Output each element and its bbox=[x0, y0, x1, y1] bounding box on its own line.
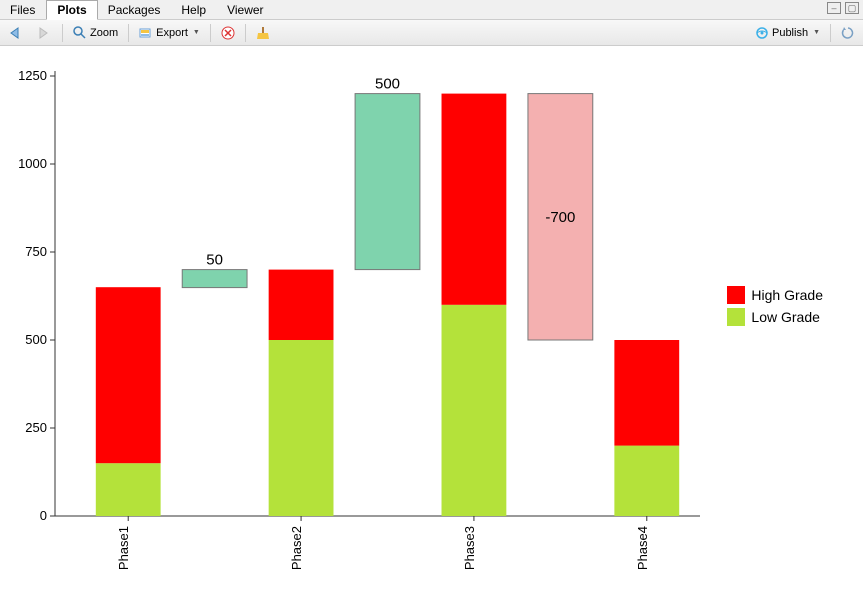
broom-icon bbox=[256, 26, 270, 40]
svg-text:-700: -700 bbox=[545, 209, 575, 226]
legend-label-high: High Grade bbox=[751, 287, 823, 303]
svg-text:750: 750 bbox=[25, 244, 47, 259]
chevron-down-icon: ▼ bbox=[193, 29, 200, 36]
zoom-button[interactable]: Zoom bbox=[69, 24, 122, 42]
svg-text:Phase1: Phase1 bbox=[116, 526, 131, 570]
legend-label-low: Low Grade bbox=[751, 309, 819, 325]
export-icon bbox=[139, 26, 153, 40]
toolbar-separator bbox=[128, 24, 129, 42]
svg-text:Phase3: Phase3 bbox=[462, 526, 477, 570]
refresh-icon bbox=[841, 26, 855, 40]
refresh-button[interactable] bbox=[837, 24, 859, 42]
next-plot-button[interactable] bbox=[32, 24, 56, 42]
export-button[interactable]: Export ▼ bbox=[135, 24, 204, 42]
tab-plots[interactable]: Plots bbox=[46, 0, 97, 20]
plot-area: 0 250 500 750 1000 1250 Phase1 Phase2 Phase3 Phas… bbox=[0, 46, 863, 589]
toolbar-separator bbox=[62, 24, 63, 42]
legend-swatch-high bbox=[727, 286, 745, 304]
remove-icon bbox=[221, 26, 235, 40]
svg-text:1000: 1000 bbox=[18, 156, 47, 171]
publish-label: Publish bbox=[772, 27, 808, 39]
arrow-left-icon bbox=[8, 26, 24, 40]
tabbar: Files Plots Packages Help Viewer – ▢ bbox=[0, 0, 863, 20]
minimize-pane-icon[interactable]: – bbox=[827, 2, 841, 14]
toolbar-separator bbox=[210, 24, 211, 42]
svg-text:Phase4: Phase4 bbox=[635, 526, 650, 570]
svg-text:500: 500 bbox=[375, 76, 400, 93]
remove-plot-button[interactable] bbox=[217, 24, 239, 42]
legend-swatch-low bbox=[727, 308, 745, 326]
publish-icon bbox=[755, 26, 769, 40]
publish-button[interactable]: Publish ▼ bbox=[751, 24, 824, 42]
arrow-right-icon bbox=[36, 26, 52, 40]
zoom-label: Zoom bbox=[90, 27, 118, 39]
clear-all-button[interactable] bbox=[252, 24, 274, 42]
tab-packages[interactable]: Packages bbox=[98, 1, 172, 19]
maximize-pane-icon[interactable]: ▢ bbox=[845, 2, 859, 14]
prev-plot-button[interactable] bbox=[4, 24, 28, 42]
svg-text:500: 500 bbox=[25, 332, 47, 347]
zoom-icon bbox=[73, 26, 87, 40]
tab-viewer[interactable]: Viewer bbox=[217, 1, 274, 19]
svg-text:0: 0 bbox=[40, 508, 47, 523]
export-label: Export bbox=[156, 27, 188, 39]
window-controls: – ▢ bbox=[827, 2, 859, 14]
toolbar: Zoom Export ▼ Publish ▼ bbox=[0, 20, 863, 46]
publish-area: Publish ▼ bbox=[751, 24, 859, 42]
legend-item-high: High Grade bbox=[727, 286, 823, 304]
svg-text:50: 50 bbox=[206, 252, 223, 269]
svg-text:1250: 1250 bbox=[18, 68, 47, 83]
legend: High Grade Low Grade bbox=[727, 286, 823, 330]
toolbar-separator bbox=[830, 24, 831, 42]
toolbar-separator bbox=[245, 24, 246, 42]
tab-files[interactable]: Files bbox=[0, 1, 46, 19]
legend-item-low: Low Grade bbox=[727, 308, 823, 326]
chevron-down-icon: ▼ bbox=[813, 29, 820, 36]
svg-text:Phase2: Phase2 bbox=[289, 526, 304, 570]
svg-text:250: 250 bbox=[25, 420, 47, 435]
tab-help[interactable]: Help bbox=[171, 1, 217, 19]
